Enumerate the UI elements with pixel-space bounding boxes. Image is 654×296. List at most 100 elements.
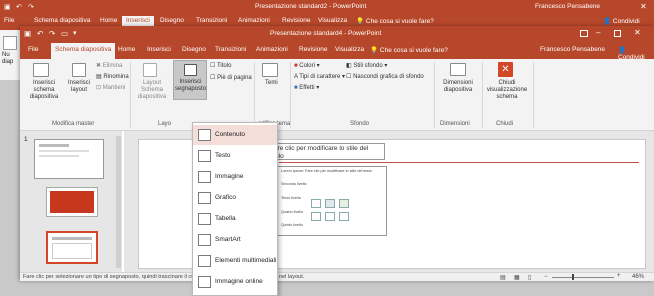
delete-button[interactable]: ✖ Elimina: [96, 62, 122, 69]
themes-button[interactable]: Temi: [265, 80, 278, 86]
bg-styles-dropdown[interactable]: ◧ Stili sfondo ▾: [346, 62, 387, 69]
zoom-out-icon[interactable]: −: [544, 274, 548, 280]
rename-button[interactable]: ▤ Rinomina: [96, 73, 129, 80]
back-share-button[interactable]: 👤 Condividi: [603, 17, 640, 25]
menu-item-elementi-multimediali[interactable]: Elementi multimediali: [193, 251, 277, 271]
user-name[interactable]: Francesco Pensabene: [540, 46, 605, 53]
undo-icon[interactable]: ↶: [16, 3, 22, 11]
table-icon[interactable]: [311, 199, 321, 208]
effects-dropdown[interactable]: ■ Effetti ▾: [294, 84, 319, 91]
insert-layout-button[interactable]: Inserisci layout: [66, 80, 92, 94]
tab-disegno[interactable]: Disegno: [182, 46, 206, 53]
menu-item-testo[interactable]: Testo: [193, 146, 277, 166]
thumb-title-line: [39, 144, 69, 147]
tab-inserisci[interactable]: Inserisci: [147, 46, 171, 53]
online-picture-icon[interactable]: [325, 212, 335, 221]
master-layout-button[interactable]: Layout Schema diapositiva: [132, 80, 172, 101]
back-share-label: Condividi: [612, 18, 640, 25]
hide-bg-label: Nascondi grafica di sfondo: [353, 74, 424, 80]
save-icon[interactable]: ▣: [4, 3, 11, 11]
reading-view-icon[interactable]: ▯: [528, 274, 531, 281]
menu-item-immagine[interactable]: Immagine: [193, 167, 277, 187]
insert-placeholder-button[interactable]: Inserisci segnaposto: [173, 60, 207, 100]
smartart-placeholder-icon: [198, 234, 211, 246]
colors-label: Colori: [299, 63, 315, 69]
title-bar: ▣ ↶ ↷ ▭ ▾ Presentazione standard4 - Powe…: [20, 26, 654, 42]
slideshow-icon[interactable]: ▭: [61, 29, 68, 38]
ribbon-display-icon[interactable]: [580, 30, 588, 37]
insert-placeholder-menu: Contenuto Testo Immagine Grafico Tabella…: [192, 122, 278, 296]
slide-size-button[interactable]: Dimensioni diapositiva: [437, 80, 479, 94]
bg-styles-label: Stili sfondo: [353, 63, 383, 69]
redo-icon[interactable]: ↷: [28, 3, 34, 11]
menu-item-smartart[interactable]: SmartArt: [193, 230, 277, 250]
zoom-level[interactable]: 46%: [632, 274, 644, 280]
menu-item-tabella[interactable]: Tabella: [193, 209, 277, 229]
minimize-icon[interactable]: –: [596, 28, 600, 37]
tab-transizioni[interactable]: Transizioni: [215, 46, 246, 53]
tab-home[interactable]: Home: [118, 46, 135, 53]
customize-icon[interactable]: ▾: [73, 29, 77, 37]
tab-animazioni[interactable]: Animazioni: [256, 46, 288, 53]
menu-item-label: Elementi multimediali: [215, 257, 277, 264]
back-close-icon[interactable]: ✕: [640, 2, 647, 11]
footer-checkbox[interactable]: ☐ Piè di pagina: [210, 74, 252, 81]
back-tab-file[interactable]: File: [4, 17, 14, 24]
back-tab-home[interactable]: Home: [100, 17, 117, 24]
tab-revisione[interactable]: Revisione: [299, 46, 328, 53]
chart-icon[interactable]: [325, 199, 335, 208]
footer-checkbox-label: Piè di pagina: [217, 75, 252, 81]
menu-item-immagine-online[interactable]: Immagine online: [193, 272, 277, 292]
back-tab-revisione[interactable]: Revisione: [282, 17, 311, 24]
tab-schema-diapositiva[interactable]: Schema diapositiva: [51, 43, 116, 59]
group-layout: Layo: [158, 121, 172, 127]
save-icon[interactable]: ▣: [24, 29, 31, 38]
normal-view-icon[interactable]: ▤: [500, 274, 506, 281]
insert-master-button[interactable]: Inserisci schema diapositiva: [24, 80, 64, 101]
back-tab-transizioni[interactable]: Transizioni: [196, 17, 227, 24]
sorter-view-icon[interactable]: ▦: [514, 274, 520, 281]
back-new-slide-label[interactable]: Nu diap: [2, 52, 13, 66]
undo-icon[interactable]: ↶: [37, 29, 43, 38]
preserve-button[interactable]: ⊡ Mantieni: [96, 84, 125, 91]
close-master-button[interactable]: Chiudi visualizzazione schema: [485, 80, 529, 101]
status-bar: Fare clic per selezionare un tipo di seg…: [20, 272, 654, 281]
online-picture-placeholder-icon: [198, 276, 211, 288]
effects-icon: ■: [294, 85, 298, 91]
rename-icon: ▤: [96, 74, 102, 80]
video-icon[interactable]: [339, 212, 349, 221]
thumbnail-layout-1[interactable]: [46, 187, 98, 217]
zoom-in-icon[interactable]: +: [617, 273, 621, 279]
delete-label: Elimina: [102, 63, 123, 69]
back-user-name: Francesco Pensabene: [535, 3, 601, 10]
title-placeholder[interactable]: Fare clic per modificare lo stile del ti…: [267, 143, 385, 160]
tell-me-box[interactable]: 💡 Che cosa si vuole fare?: [370, 46, 448, 54]
tab-visualizza[interactable]: Visualizza: [335, 46, 364, 53]
back-tab-schema[interactable]: Schema diapositiva: [34, 17, 90, 24]
thumbnail-scrollbar[interactable]: [116, 136, 121, 268]
tab-file[interactable]: File: [28, 46, 38, 53]
back-tab-disegno[interactable]: Disegno: [160, 17, 184, 24]
redo-icon[interactable]: ↷: [49, 29, 55, 38]
zoom-slider-thumb[interactable]: [572, 274, 574, 280]
zoom-slider[interactable]: [552, 277, 614, 278]
menu-item-label: Immagine: [215, 173, 244, 180]
fonts-dropdown[interactable]: A Tipi di carattere ▾: [294, 73, 345, 80]
title-checkbox[interactable]: ☐ Titolo: [210, 62, 231, 69]
menu-item-grafico[interactable]: Grafico: [193, 188, 277, 208]
group-dimensioni: Dimensioni: [440, 121, 470, 127]
thumbnail-layout-selected[interactable]: [46, 231, 98, 264]
content-placeholder[interactable]: Lorem ipsum: Fare clic per modificare lo…: [277, 166, 387, 236]
thumbnail-master[interactable]: [34, 139, 104, 179]
back-tell-me[interactable]: 💡 Che cosa si vuole fare?: [356, 17, 434, 25]
smartart-icon[interactable]: [339, 199, 349, 208]
back-tab-visualizza[interactable]: Visualizza: [318, 17, 347, 24]
hide-bg-checkbox[interactable]: ☐ Nascondi grafica di sfondo: [346, 73, 424, 80]
picture-icon[interactable]: [311, 212, 321, 221]
menu-item-contenuto[interactable]: Contenuto: [193, 125, 277, 145]
colors-dropdown[interactable]: ■ Colori ▾: [294, 62, 320, 69]
close-icon[interactable]: ✕: [634, 28, 641, 37]
ribbon: Inserisci schema diapositiva Inserisci l…: [20, 59, 654, 131]
maximize-icon[interactable]: [614, 30, 621, 37]
back-tab-animazioni[interactable]: Animazioni: [238, 17, 270, 24]
